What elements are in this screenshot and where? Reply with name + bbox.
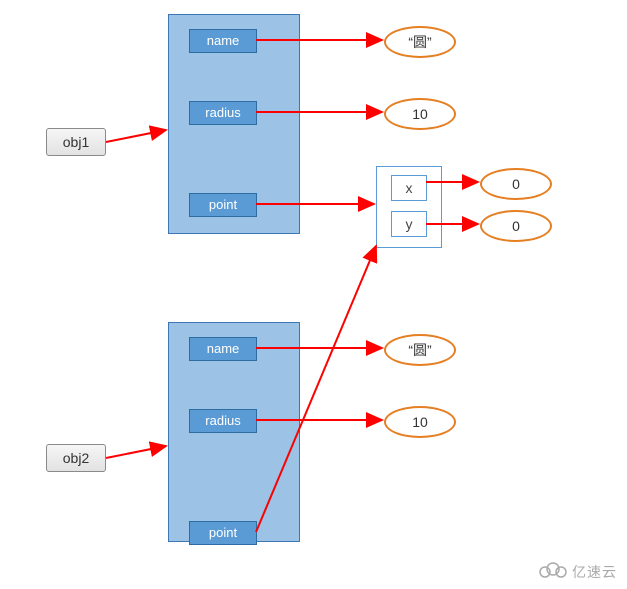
obj1-slot-point: point	[189, 193, 257, 217]
obj2-value-name-text: “圆”	[408, 342, 431, 358]
arrows-layer	[0, 0, 627, 589]
point-field-y: y	[391, 211, 427, 237]
var-obj1: obj1	[46, 128, 106, 156]
point-field-y-label: y	[406, 216, 413, 232]
obj1-rect: name radius point	[168, 14, 300, 234]
point-value-x: 0	[480, 168, 552, 200]
point-value-y-text: 0	[512, 218, 520, 234]
obj2-slot-radius-label: radius	[205, 413, 240, 428]
obj1-value-name: “圆”	[384, 26, 456, 58]
obj2-value-radius-text: 10	[412, 414, 428, 430]
diagram-canvas: obj1 obj2 name radius point name radius …	[0, 0, 627, 589]
obj2-slot-name: name	[189, 337, 257, 361]
var-obj1-label: obj1	[63, 134, 89, 150]
obj2-slot-point-label: point	[209, 525, 237, 540]
point-field-x-label: x	[406, 180, 413, 196]
obj2-rect: name radius point	[168, 322, 300, 542]
point-box: x y	[376, 166, 442, 248]
obj1-value-radius: 10	[384, 98, 456, 130]
point-field-x: x	[391, 175, 427, 201]
obj1-slot-name-label: name	[207, 33, 240, 48]
obj2-slot-name-label: name	[207, 341, 240, 356]
obj2-value-name: “圆”	[384, 334, 456, 366]
obj1-value-name-text: “圆”	[408, 34, 431, 50]
obj2-slot-radius: radius	[189, 409, 257, 433]
obj1-value-radius-text: 10	[412, 106, 428, 122]
point-value-x-text: 0	[512, 176, 520, 192]
cloud-icon	[538, 561, 568, 584]
watermark: 亿速云	[538, 560, 617, 583]
watermark-text: 亿速云	[572, 562, 617, 582]
obj1-slot-radius: radius	[189, 101, 257, 125]
var-obj2-label: obj2	[63, 450, 89, 466]
var-obj2: obj2	[46, 444, 106, 472]
obj1-slot-point-label: point	[209, 197, 237, 212]
obj1-slot-name: name	[189, 29, 257, 53]
obj2-slot-point: point	[189, 521, 257, 545]
point-value-y: 0	[480, 210, 552, 242]
obj1-slot-radius-label: radius	[205, 105, 240, 120]
obj2-value-radius: 10	[384, 406, 456, 438]
